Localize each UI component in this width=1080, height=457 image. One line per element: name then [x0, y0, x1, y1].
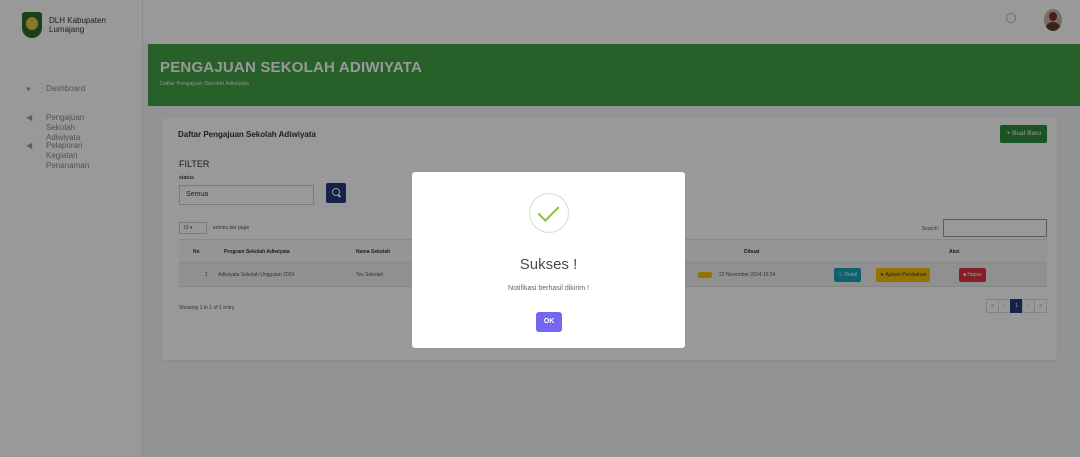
success-dialog: Sukses ! Notifikasi berhasil dikirim ! O… [412, 172, 685, 348]
ok-button[interactable]: OK [536, 312, 562, 332]
success-check-icon [529, 193, 569, 233]
dialog-message: Notifikasi berhasil dikirim ! [508, 285, 589, 292]
dialog-title: Sukses ! [519, 256, 578, 273]
check-mark [537, 200, 560, 222]
